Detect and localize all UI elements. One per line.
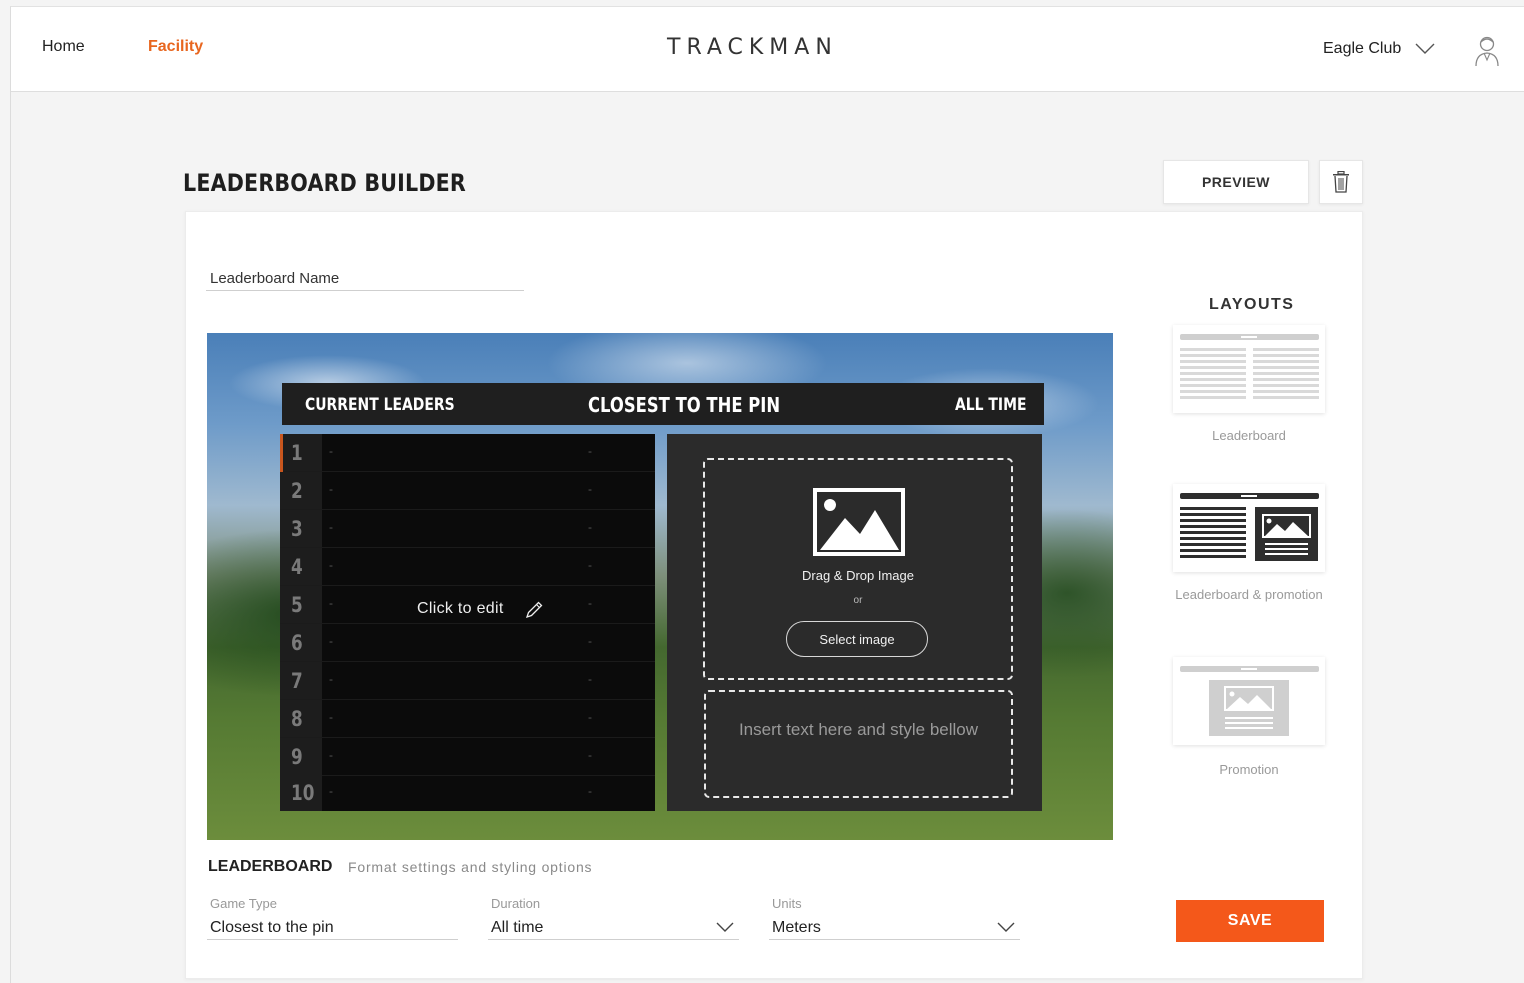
header-game-name[interactable]: CLOSEST TO THE PIN bbox=[588, 393, 780, 417]
section-subtitle: Format settings and styling options bbox=[348, 859, 593, 875]
score-placeholder: - bbox=[588, 784, 592, 798]
player-placeholder: - bbox=[329, 748, 333, 762]
score-placeholder: - bbox=[588, 558, 592, 572]
trash-icon bbox=[1333, 171, 1349, 193]
table-row: 1 - - bbox=[280, 434, 655, 472]
score-placeholder: - bbox=[588, 444, 592, 458]
player-placeholder: - bbox=[329, 596, 333, 610]
leaderboard-preview: CURRENT LEADERS CLOSEST TO THE PIN ALL T… bbox=[207, 333, 1113, 840]
leaderboard-list[interactable]: 1-- 2-- 3-- 4-- 5-- 6-- 7-- 8-- 9-- 10- -… bbox=[280, 434, 655, 811]
promo-text-placeholder: Insert text here and style bellow bbox=[738, 720, 979, 739]
table-row: 2 - - bbox=[280, 472, 655, 510]
game-type-field[interactable]: Closest to the pin bbox=[210, 919, 334, 937]
score-placeholder: - bbox=[588, 520, 592, 534]
rank-number: 6 bbox=[291, 631, 303, 655]
duration-label: Duration bbox=[491, 896, 541, 911]
player-placeholder: - bbox=[329, 520, 333, 534]
top-nav: Home Facility TRACKMAN Eagle Club bbox=[11, 7, 1524, 92]
table-row: 10- - bbox=[280, 774, 655, 811]
layout-leaderboard-icon bbox=[1180, 334, 1319, 399]
table-row: 9 - - bbox=[280, 738, 655, 776]
pencil-icon[interactable] bbox=[524, 600, 544, 620]
layouts-title: LAYOUTS bbox=[1209, 296, 1295, 313]
chevron-down-icon[interactable] bbox=[997, 922, 1015, 933]
trackman-logo: TRACKMAN bbox=[667, 35, 838, 60]
delete-button[interactable] bbox=[1319, 160, 1363, 204]
game-type-label: Game Type bbox=[210, 896, 277, 911]
table-row: 7 - - bbox=[280, 662, 655, 700]
score-placeholder: - bbox=[588, 482, 592, 496]
drag-drop-label: Drag & Drop Image bbox=[802, 568, 914, 583]
nav-home-link[interactable]: Home bbox=[42, 38, 85, 56]
rank-highlight-bar bbox=[280, 434, 283, 472]
leaderboard-name-input[interactable]: Leaderboard Name bbox=[210, 270, 339, 287]
rank-number: 2 bbox=[291, 479, 303, 503]
layout-option-leaderboard-promotion[interactable] bbox=[1173, 484, 1325, 572]
layout-leaderboard-promotion-icon bbox=[1180, 493, 1319, 561]
layout-label-leaderboard[interactable]: Leaderboard bbox=[1173, 427, 1325, 444]
save-button[interactable]: SAVE bbox=[1176, 900, 1324, 942]
chevron-down-icon[interactable] bbox=[1415, 43, 1435, 55]
preview-button[interactable]: PREVIEW bbox=[1163, 160, 1309, 204]
score-placeholder: - bbox=[588, 748, 592, 762]
game-type-underline bbox=[207, 939, 458, 940]
promotion-panel: Drag & Drop Image or Select image Insert… bbox=[667, 434, 1042, 811]
player-placeholder: - bbox=[329, 482, 333, 496]
layout-option-promotion[interactable] bbox=[1173, 657, 1325, 745]
rank-number: 10 bbox=[291, 781, 315, 805]
units-underline bbox=[769, 939, 1020, 940]
score-placeholder: - bbox=[588, 710, 592, 724]
player-placeholder: - bbox=[329, 672, 333, 686]
player-placeholder: - bbox=[329, 784, 333, 798]
table-row: 4 - - bbox=[280, 548, 655, 586]
table-row: 6 - - bbox=[280, 624, 655, 662]
image-drop-zone[interactable]: Drag & Drop Image or Select image bbox=[703, 458, 1013, 680]
header-duration[interactable]: ALL TIME bbox=[955, 395, 1027, 415]
chevron-down-icon[interactable] bbox=[716, 922, 734, 933]
player-placeholder: - bbox=[329, 558, 333, 572]
rank-number: 1 bbox=[291, 441, 303, 465]
duration-underline bbox=[488, 939, 739, 940]
promo-text-zone[interactable]: Insert text here and style bellow bbox=[704, 690, 1013, 798]
rank-number: 8 bbox=[291, 707, 303, 731]
score-placeholder: - bbox=[588, 634, 592, 648]
or-label: or bbox=[853, 595, 863, 606]
score-placeholder: - bbox=[588, 672, 592, 686]
rank-number: 3 bbox=[291, 517, 303, 541]
rank-number: 7 bbox=[291, 669, 303, 693]
select-image-button[interactable]: Select image bbox=[786, 621, 928, 657]
units-label: Units bbox=[772, 896, 802, 911]
duration-select[interactable]: All time bbox=[491, 919, 543, 937]
page-title: LEADERBOARD BUILDER bbox=[183, 169, 466, 197]
nav-facility-link[interactable]: Facility bbox=[148, 38, 203, 56]
layout-label-promotion[interactable]: Promotion bbox=[1173, 761, 1325, 778]
image-placeholder-icon bbox=[813, 488, 905, 556]
table-row: 8 - - bbox=[280, 700, 655, 738]
rank-number: 4 bbox=[291, 555, 303, 579]
layout-label-leaderboard-promotion[interactable]: Leaderboard & promotion bbox=[1173, 586, 1325, 603]
leaderboard-header: CURRENT LEADERS CLOSEST TO THE PIN ALL T… bbox=[282, 383, 1044, 425]
score-placeholder: - bbox=[588, 596, 592, 610]
header-current-leaders[interactable]: CURRENT LEADERS bbox=[305, 395, 455, 415]
player-placeholder: - bbox=[329, 444, 333, 458]
units-select[interactable]: Meters bbox=[772, 919, 821, 937]
click-to-edit-label[interactable]: Click to edit bbox=[417, 600, 504, 618]
section-title: LEADERBOARD bbox=[208, 858, 333, 875]
player-placeholder: - bbox=[329, 710, 333, 724]
layout-option-leaderboard[interactable] bbox=[1173, 325, 1325, 413]
table-row: 3 - - bbox=[280, 510, 655, 548]
club-selector[interactable]: Eagle Club bbox=[1323, 40, 1401, 58]
layout-promotion-icon bbox=[1180, 666, 1319, 736]
player-placeholder: - bbox=[329, 634, 333, 648]
name-input-underline bbox=[206, 290, 524, 291]
user-avatar-icon[interactable] bbox=[1470, 33, 1504, 69]
rank-number: 5 bbox=[291, 593, 303, 617]
rank-number: 9 bbox=[291, 745, 303, 769]
